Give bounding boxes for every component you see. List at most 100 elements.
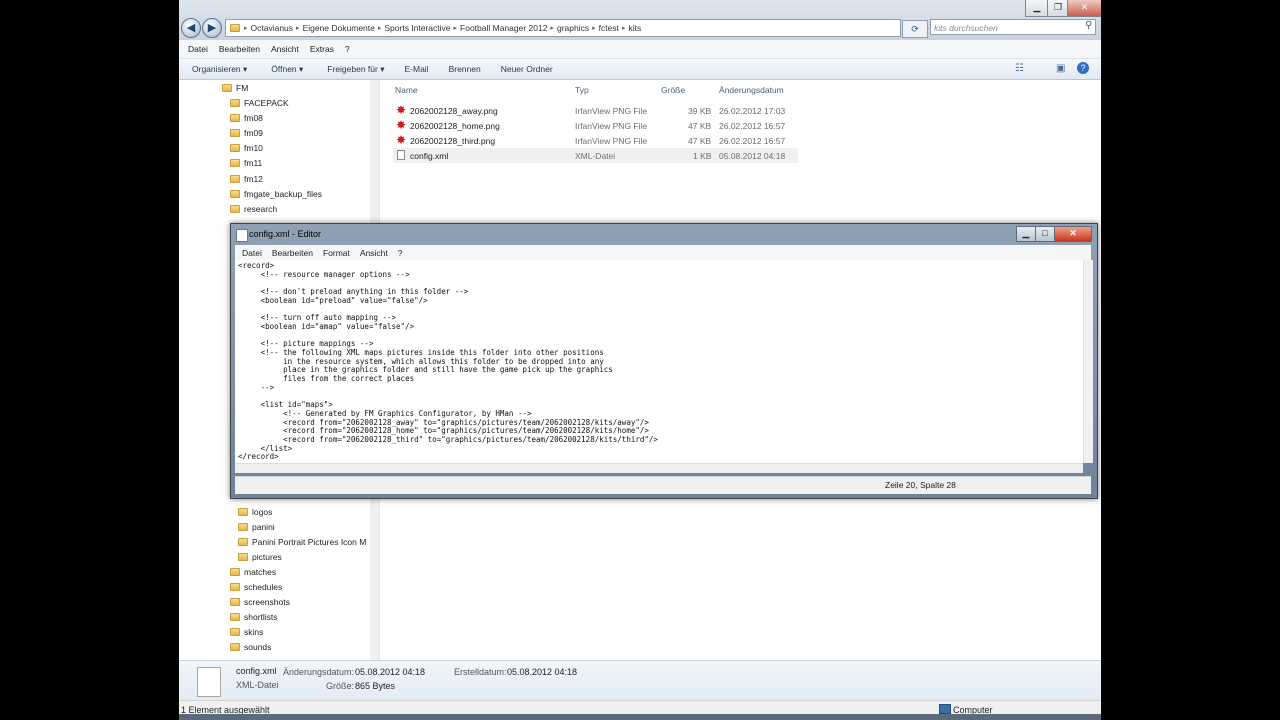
notepad-text-area[interactable]: <record> <!-- resource manager options -…: [235, 260, 1083, 463]
burn-button[interactable]: Brennen: [449, 64, 481, 74]
menu-datei[interactable]: Datei: [188, 44, 208, 54]
folder-icon: [230, 158, 240, 167]
notepad-status-bar: Zeile 20, Spalte 28: [235, 476, 1091, 494]
file-type: IrfanView PNG File: [575, 105, 648, 116]
breadcrumb-segment[interactable]: graphics: [557, 23, 589, 33]
tree-item[interactable]: skins: [179, 624, 420, 639]
tree-item[interactable]: panini: [179, 519, 428, 534]
refresh-button[interactable]: ⟳: [902, 20, 928, 38]
minimize-button[interactable]: ▁: [1025, 0, 1049, 17]
help-icon[interactable]: ?: [1077, 62, 1089, 74]
notepad-menu-datei[interactable]: Datei: [242, 248, 262, 258]
tree-item[interactable]: sounds: [179, 639, 420, 654]
column-header-name[interactable]: Name: [395, 82, 418, 98]
tree-item[interactable]: fmgate_backup_files: [179, 186, 420, 201]
file-date: 26.02.2012 16:57: [719, 135, 786, 146]
back-button[interactable]: ◀: [181, 18, 201, 38]
breadcrumb-segment[interactable]: Sports Interactive: [384, 23, 450, 33]
tree-item[interactable]: fm09: [179, 125, 420, 140]
notepad-menu-ansicht[interactable]: Ansicht: [360, 248, 388, 258]
tree-item[interactable]: logos: [179, 504, 428, 519]
breadcrumb-segment[interactable]: kits: [628, 23, 641, 33]
folder-icon: [230, 128, 240, 137]
folder-icon: [230, 189, 240, 198]
notepad-vertical-scrollbar[interactable]: [1083, 260, 1093, 463]
notepad-title: config.xml - Editor: [249, 229, 322, 239]
file-size: 39 KB: [688, 105, 712, 116]
folder-icon: [230, 567, 240, 576]
notepad-menu-help[interactable]: ?: [398, 248, 403, 258]
breadcrumb-segment[interactable]: fctest: [599, 23, 619, 33]
tree-item[interactable]: fm12: [179, 171, 420, 186]
search-input[interactable]: kits durchsuchen: [930, 19, 1096, 35]
details-modified-value: 05.08.2012 04:18: [355, 667, 426, 677]
menu-bar: Datei Bearbeiten Ansicht Extras ?: [179, 40, 1101, 59]
taskbar: [179, 714, 1101, 720]
file-row[interactable]: ✸ 2062002128_away.png IrfanView PNG File…: [393, 103, 798, 118]
notepad-close-button[interactable]: ✕: [1054, 226, 1092, 242]
menu-help[interactable]: ?: [345, 44, 350, 54]
notepad-horizontal-scrollbar[interactable]: [235, 463, 1083, 473]
tree-item[interactable]: screenshots: [179, 594, 420, 609]
file-size: 47 KB: [688, 135, 712, 146]
breadcrumb-segment[interactable]: Octavianus: [251, 23, 294, 33]
organize-button[interactable]: Organisieren ▾: [192, 64, 247, 75]
folder-icon: [238, 522, 248, 531]
chevron-right-icon: ▸: [244, 25, 248, 32]
notepad-menu-format[interactable]: Format: [323, 248, 350, 258]
breadcrumb-segment[interactable]: Eigene Dokumente: [303, 23, 375, 33]
tree-item[interactable]: research: [179, 201, 420, 216]
notepad-maximize-button[interactable]: □: [1035, 226, 1055, 242]
menu-extras[interactable]: Extras: [310, 44, 334, 54]
column-header-type[interactable]: Typ: [575, 82, 589, 98]
folder-icon: [230, 612, 240, 621]
email-button[interactable]: E-Mail: [404, 64, 428, 74]
tree-item[interactable]: fm11: [179, 155, 420, 170]
address-bar[interactable]: ▸ Octavianus ▸ Eigene Dokumente ▸ Sports I…: [225, 19, 901, 37]
tree-item[interactable]: schedules: [179, 579, 420, 594]
share-button[interactable]: Freigeben für ▾: [327, 64, 384, 75]
tree-item[interactable]: pictures: [179, 549, 428, 564]
file-name: 2062002128_third.png: [410, 135, 496, 146]
file-name: 2062002128_home.png: [410, 120, 500, 131]
menu-ansicht[interactable]: Ansicht: [271, 44, 299, 54]
column-header-date[interactable]: Änderungsdatum: [719, 82, 784, 98]
notepad-menu-bar: Datei Bearbeiten Format Ansicht ?: [235, 245, 1091, 260]
file-row[interactable]: ✸ 2062002128_third.png IrfanView PNG Fil…: [393, 133, 798, 148]
file-name: config.xml: [410, 150, 449, 161]
details-size-label: Größe:: [326, 681, 355, 691]
folder-icon: [230, 582, 240, 591]
column-header-size[interactable]: Größe: [661, 82, 685, 98]
menu-bearbeiten[interactable]: Bearbeiten: [219, 44, 260, 54]
tree-item[interactable]: matches: [179, 564, 420, 579]
breadcrumb-segment[interactable]: Football Manager 2012: [460, 23, 547, 33]
details-size-value: 865 Bytes: [355, 681, 396, 691]
folder-icon: [230, 24, 240, 32]
notepad-minimize-button[interactable]: ▁: [1016, 226, 1036, 242]
new-folder-button[interactable]: Neuer Ordner: [501, 64, 553, 74]
notepad-menu-bearbeiten[interactable]: Bearbeiten: [272, 248, 313, 258]
forward-button[interactable]: ▶: [202, 18, 222, 38]
tree-item[interactable]: fm08: [179, 110, 420, 125]
folder-icon: [230, 597, 240, 606]
file-date: 26.02.2012 17:03: [719, 105, 786, 116]
file-row[interactable]: ✸ 2062002128_home.png IrfanView PNG File…: [393, 118, 798, 133]
folder-icon: [238, 537, 248, 546]
tree-item[interactable]: Panini Portrait Pictures Icon M: [179, 534, 428, 549]
xml-file-icon: [397, 150, 405, 160]
open-button[interactable]: Öffnen ▾: [271, 64, 303, 75]
search-icon: ⚲: [1085, 20, 1093, 31]
preview-pane-icon[interactable]: ▣: [1056, 63, 1065, 74]
tree-item[interactable]: shortlists: [179, 609, 420, 624]
tree-item[interactable]: FACEPACK: [179, 95, 420, 110]
folder-icon: [222, 83, 232, 92]
file-row-selected[interactable]: config.xml XML-Datei 1 KB 05.08.2012 04:…: [393, 148, 798, 163]
folder-icon: [230, 204, 240, 213]
file-type: IrfanView PNG File: [575, 135, 648, 146]
folder-icon: [230, 642, 240, 651]
folder-icon: [230, 98, 240, 107]
restore-button[interactable]: ❐: [1047, 0, 1069, 17]
view-options-icon[interactable]: ☷: [1015, 63, 1024, 74]
close-button[interactable]: ✕: [1067, 0, 1101, 17]
tree-item[interactable]: fm10: [179, 140, 420, 155]
